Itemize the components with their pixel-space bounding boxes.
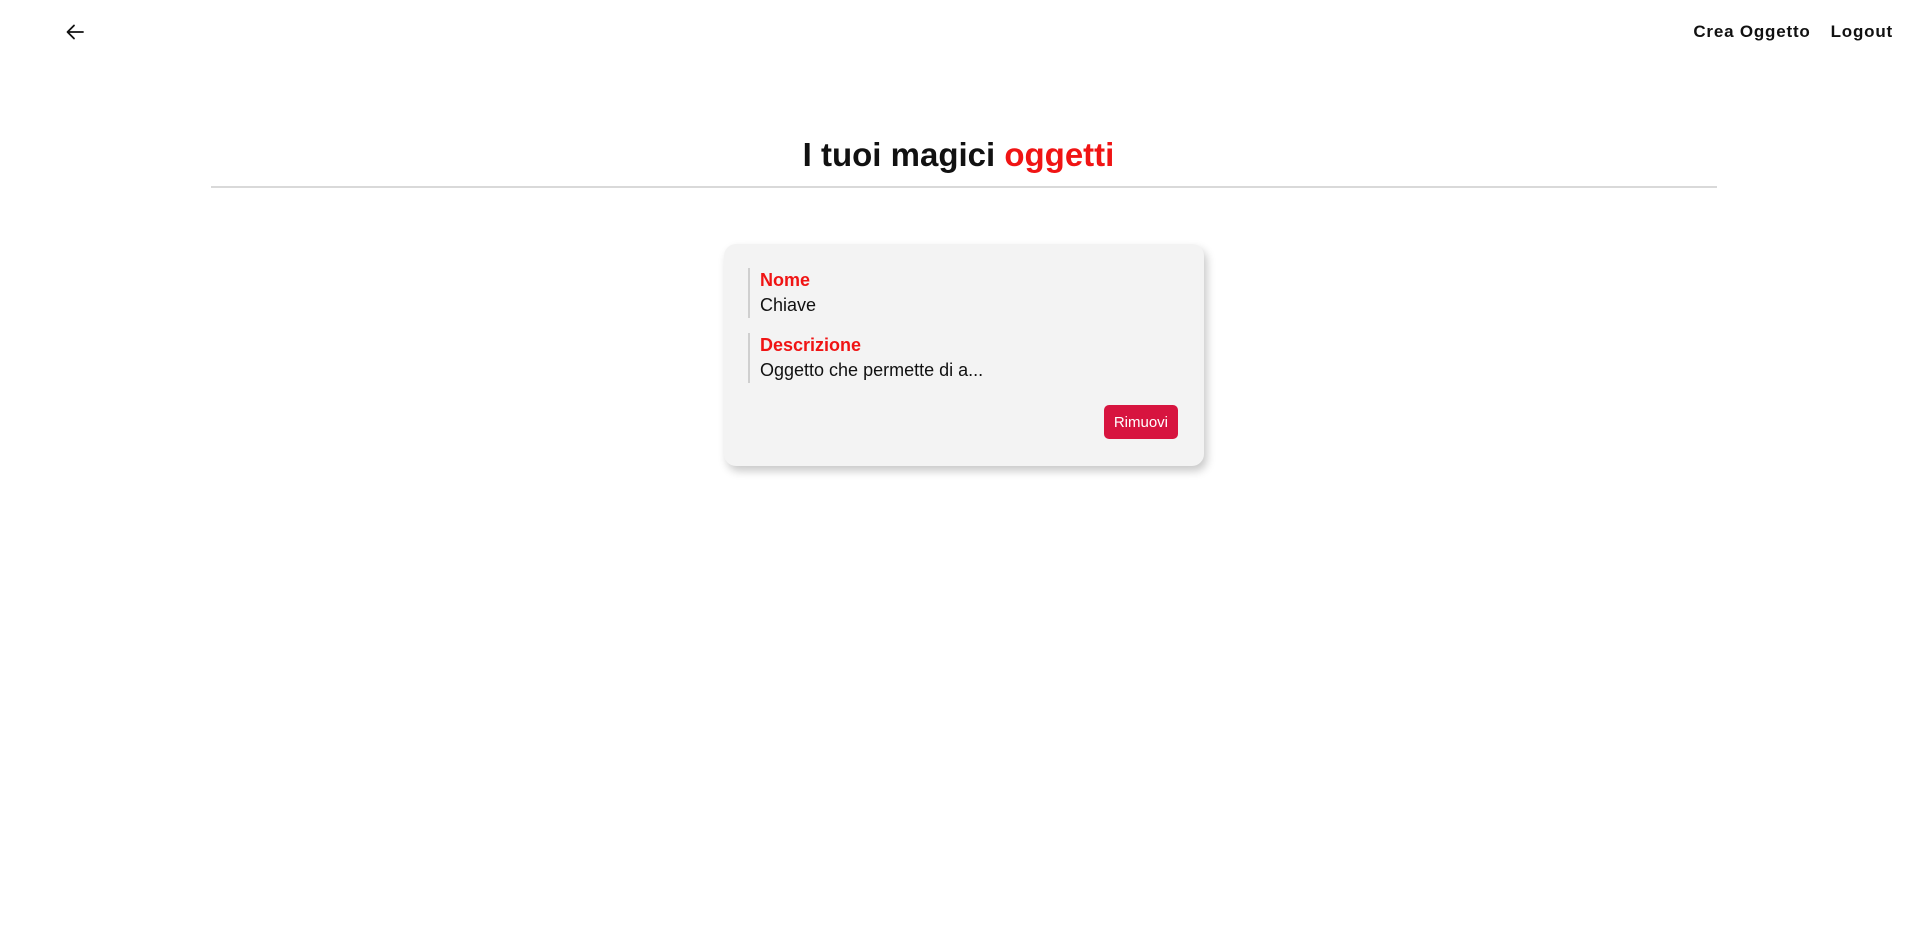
top-navigation: Crea Oggetto Logout: [0, 0, 1917, 66]
title-divider: [211, 186, 1717, 188]
description-label: Descrizione: [760, 335, 862, 355]
name-value: Chiave: [760, 295, 817, 315]
description-value: Oggetto che permette di a...: [760, 360, 984, 380]
remove-button[interactable]: Rimuovi: [1103, 405, 1178, 439]
create-object-link[interactable]: Crea Oggetto: [1693, 22, 1810, 42]
nav-links: Crea Oggetto Logout: [1693, 22, 1893, 42]
back-button[interactable]: [60, 20, 90, 48]
name-field: Nome Chiave: [748, 268, 816, 318]
object-card: Nome Chiave Descrizione Oggetto che perm…: [724, 244, 1204, 466]
description-field: Descrizione Oggetto che permette di a...: [748, 333, 983, 383]
logout-link[interactable]: Logout: [1831, 22, 1893, 42]
page-title: I tuoi magici oggetti: [0, 136, 1917, 174]
arrow-left-icon: [64, 21, 86, 48]
name-label: Nome: [760, 270, 811, 290]
page-title-accent: oggetti: [1004, 136, 1115, 173]
page-title-main: I tuoi magici: [802, 136, 996, 173]
